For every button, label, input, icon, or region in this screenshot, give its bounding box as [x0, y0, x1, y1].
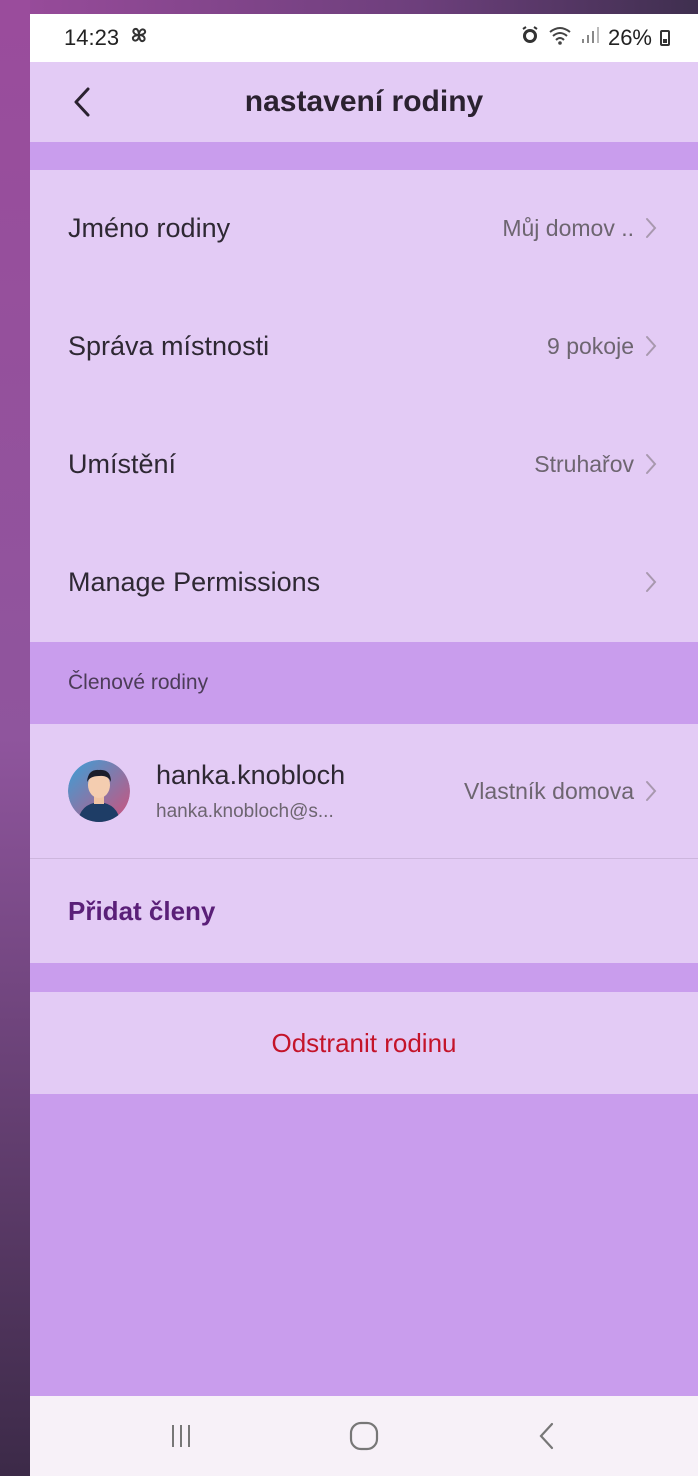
setting-row-location[interactable]: Umístění Struhařov — [30, 406, 698, 522]
add-members-label: Přidat členy — [68, 895, 216, 926]
home-icon — [349, 1421, 379, 1451]
setting-row-family-name[interactable]: Jméno rodiny Můj domov .. — [30, 170, 698, 286]
section-spacer — [30, 963, 698, 992]
setting-label: Manage Permissions — [68, 566, 321, 597]
app-header: nastavení rodiny — [30, 62, 698, 142]
recents-icon — [172, 1425, 191, 1447]
member-info: hanka.knobloch hanka.knobloch@s... — [156, 760, 464, 823]
chevron-right-icon — [644, 569, 660, 595]
add-members-button[interactable]: Přidat členy — [30, 859, 698, 963]
members-section-heading: Členové rodiny — [30, 642, 698, 724]
back-icon — [539, 1422, 553, 1450]
signal-icon — [580, 25, 600, 51]
setting-value: Můj domov .. — [502, 214, 634, 241]
setting-row-manage-permissions[interactable]: Manage Permissions — [30, 524, 698, 640]
delete-family-button[interactable]: Odstranit rodinu — [30, 992, 698, 1094]
battery-percent: 26% — [607, 25, 652, 50]
chevron-right-icon — [644, 333, 660, 359]
setting-label: Správa místnosti — [68, 330, 270, 361]
home-button[interactable] — [324, 1406, 404, 1466]
member-role: Vlastník domova — [463, 777, 634, 804]
background-top — [0, 0, 698, 14]
phone-screen: 14:23 26% nastavení rodiny Jméno rodiny … — [30, 14, 698, 1476]
members-heading-label: Členové rodiny — [68, 671, 209, 694]
alarm-icon — [520, 25, 540, 51]
status-bar-right: 26% — [520, 25, 670, 51]
page-title: nastavení rodiny — [244, 85, 484, 118]
setting-value: 9 pokoje — [547, 332, 634, 359]
chevron-left-icon — [74, 87, 90, 117]
fan-icon — [127, 23, 151, 53]
avatar — [68, 760, 130, 822]
delete-family-label: Odstranit rodinu — [271, 1027, 457, 1058]
system-back-button[interactable] — [507, 1406, 587, 1466]
recents-button[interactable] — [141, 1406, 221, 1466]
status-bar: 14:23 26% — [30, 14, 698, 62]
setting-value: Struhařov — [534, 450, 634, 477]
chevron-right-icon — [644, 451, 660, 477]
status-bar-left: 14:23 — [64, 23, 151, 53]
back-button[interactable] — [62, 78, 102, 126]
member-row[interactable]: hanka.knobloch hanka.knobloch@s... Vlast… — [30, 724, 698, 858]
member-email: hanka.knobloch@s... — [156, 800, 334, 822]
setting-row-room-management[interactable]: Správa místnosti 9 pokoje — [30, 288, 698, 404]
section-spacer — [30, 142, 698, 170]
battery-icon — [660, 30, 670, 46]
chevron-right-icon — [644, 215, 660, 241]
status-time: 14:23 — [64, 25, 120, 50]
chevron-right-icon — [644, 778, 660, 804]
setting-label: Umístění — [68, 448, 177, 479]
setting-label: Jméno rodiny — [68, 212, 231, 243]
system-nav-bar — [30, 1396, 698, 1476]
background-left — [0, 0, 30, 1476]
wifi-icon — [548, 25, 572, 51]
settings-card: Jméno rodiny Můj domov .. Správa místnos… — [30, 170, 698, 642]
member-name: hanka.knobloch — [156, 759, 346, 790]
